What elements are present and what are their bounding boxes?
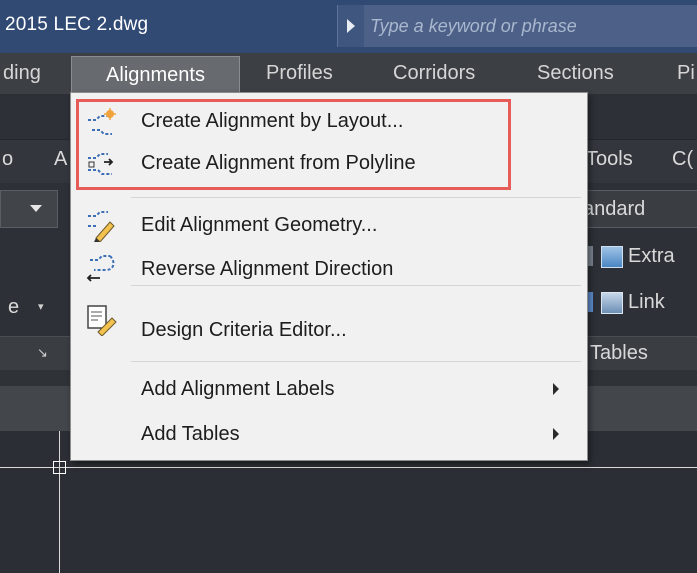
menu-separator xyxy=(131,361,581,362)
panel-launcher-icon[interactable]: ↘ xyxy=(37,345,48,361)
menu-item-design-criteria-editor[interactable]: Design Criteria Editor... xyxy=(141,319,347,342)
search-placeholder: Type a keyword or phrase xyxy=(370,16,577,36)
menu-item-reverse-alignment-direction[interactable]: Reverse Alignment Direction xyxy=(141,258,393,281)
ribbon-left-dropdown-icon[interactable]: ▾ xyxy=(38,300,44,313)
submenu-arrow-icon xyxy=(553,428,559,440)
menu-item-corridors[interactable]: Corridors xyxy=(393,54,475,93)
menu-separator xyxy=(131,197,581,198)
menu-separator xyxy=(131,285,581,286)
crosshair-horizontal xyxy=(0,467,697,468)
highlight-annotation-box xyxy=(76,99,511,190)
crosshair-pickbox xyxy=(53,461,66,474)
ribbon-extract-label[interactable]: Extra xyxy=(628,245,675,268)
ribbon-style-combo[interactable] xyxy=(0,190,58,228)
edit-alignment-geometry-icon xyxy=(84,210,118,243)
ribbon-left-label[interactable]: e xyxy=(8,296,19,319)
menu-item-profiles[interactable]: Profiles xyxy=(266,54,333,93)
search-expand-arrow-icon[interactable] xyxy=(337,5,364,47)
ribbon-standard-label: andard xyxy=(583,198,646,220)
design-criteria-editor-icon xyxy=(84,304,118,337)
ribbon-tab-fragment-2[interactable]: A xyxy=(54,148,67,171)
submenu-arrow-icon xyxy=(553,383,559,395)
menu-item-pipes[interactable]: Pi xyxy=(677,54,695,93)
ribbon-tab-fragment-1[interactable]: o xyxy=(2,148,13,171)
menu-item-sections[interactable]: Sections xyxy=(537,54,614,93)
ribbon-tables-label: Tables xyxy=(590,342,648,364)
ribbon-link-label[interactable]: Link xyxy=(628,291,665,314)
menu-item-alignments[interactable]: Alignments xyxy=(71,56,240,94)
document-title: 2015 LEC 2.dwg xyxy=(5,14,149,35)
ribbon-tab-tools[interactable]: Tools xyxy=(586,148,633,171)
menu-item-edit-alignment-geometry[interactable]: Edit Alignment Geometry... xyxy=(141,214,377,237)
link-icon[interactable] xyxy=(601,292,623,314)
chevron-down-icon xyxy=(30,205,42,212)
menu-item-add-tables[interactable]: Add Tables xyxy=(141,423,240,446)
reverse-alignment-direction-icon xyxy=(84,252,118,284)
menu-item-add-alignment-labels[interactable]: Add Alignment Labels xyxy=(141,378,334,401)
extract-icon[interactable] xyxy=(601,246,623,268)
ribbon-tab-co[interactable]: C( xyxy=(672,148,693,171)
menu-item-building[interactable]: ding xyxy=(3,54,41,93)
crosshair-vertical xyxy=(59,431,60,573)
